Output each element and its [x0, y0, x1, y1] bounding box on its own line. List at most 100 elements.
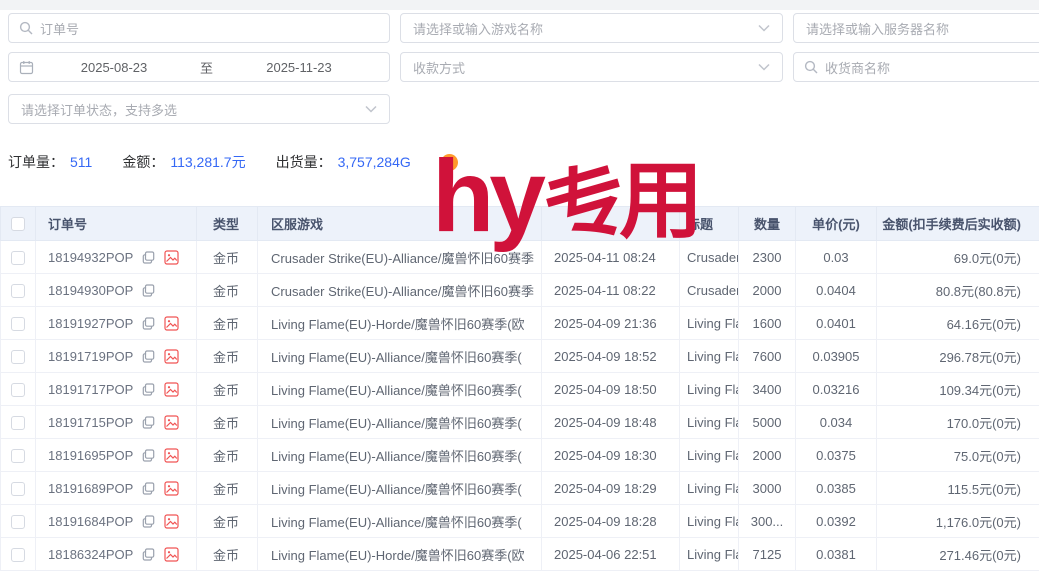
cell-time: 2025-04-11 08:22 — [542, 274, 680, 307]
cell-type: 金币 — [197, 538, 258, 571]
cell-title: Living Fla — [680, 439, 739, 472]
cell-time: 2025-04-09 18:52 — [542, 340, 680, 373]
row-checkbox[interactable] — [11, 515, 25, 529]
cell-qty: 2000 — [739, 274, 796, 307]
copy-icon[interactable] — [142, 284, 155, 297]
order-management-page: 订单号 请选择或输入游戏名称 请选择或输入服务器名称 2025-08-23 至 … — [0, 0, 1039, 581]
cell-type: 金币 — [197, 340, 258, 373]
amount-label: 金额： — [122, 152, 164, 172]
row-checkbox[interactable] — [11, 548, 25, 562]
row-checkbox[interactable] — [11, 350, 25, 364]
row-checkbox[interactable] — [11, 416, 25, 430]
copy-icon[interactable] — [142, 416, 155, 429]
row-select-cell — [1, 472, 36, 505]
cell-game: Living Flame(EU)-Alliance/魔兽怀旧60赛季( — [258, 439, 542, 472]
header-game-server: 区服游戏 — [258, 207, 542, 241]
cell-price: 0.0404 — [796, 274, 877, 307]
cell-title: Living Fla — [680, 373, 739, 406]
header-unit-price: 单价(元) — [796, 207, 877, 241]
row-checkbox[interactable] — [11, 383, 25, 397]
search-icon — [804, 60, 818, 74]
order-status-select[interactable]: 请选择订单状态，支持多选 — [8, 94, 390, 124]
cell-title: Living Fla — [680, 472, 739, 505]
cell-price: 0.0381 — [796, 538, 877, 571]
server-name-placeholder: 请选择或输入服务器名称 — [806, 19, 949, 38]
screenshot-image-icon[interactable] — [164, 316, 179, 331]
shipment-label: 出货量： — [276, 152, 332, 172]
header-amount: 金额(扣手续费后实收额) — [877, 207, 1039, 241]
cell-type: 金币 — [197, 373, 258, 406]
table-row: 18191719POP 金币 Living Flame(EU)-Alliance… — [1, 340, 1039, 373]
screenshot-image-icon[interactable] — [164, 415, 179, 430]
order-id-cell: 18194930POP — [36, 274, 197, 307]
table-row: 18191684POP 金币 Living Flame(EU)-Alliance… — [1, 505, 1039, 538]
summary-stats: 订单量： 511 金额： 113,281.7元 出货量： 3,757,284G … — [8, 152, 458, 172]
server-name-input[interactable]: 请选择或输入服务器名称 — [793, 13, 1039, 43]
row-checkbox[interactable] — [11, 482, 25, 496]
date-start-value[interactable]: 2025-08-23 — [34, 60, 194, 75]
copy-icon[interactable] — [142, 449, 155, 462]
table-body: 18194932POP 金币 Crusader Strike(EU)-Allia… — [1, 241, 1039, 571]
screenshot-image-icon[interactable] — [164, 514, 179, 529]
row-checkbox[interactable] — [11, 284, 25, 298]
copy-icon[interactable] — [142, 515, 155, 528]
row-checkbox[interactable] — [11, 317, 25, 331]
cell-amount: 69.0元(0元) — [877, 241, 1039, 274]
game-name-select[interactable]: 请选择或输入游戏名称 — [400, 13, 783, 43]
copy-icon[interactable] — [142, 482, 155, 495]
header-order-time — [542, 207, 680, 241]
chevron-down-icon — [758, 24, 770, 32]
screenshot-image-icon[interactable] — [164, 448, 179, 463]
copy-icon[interactable] — [142, 383, 155, 396]
cell-game: Living Flame(EU)-Horde/魔兽怀旧60赛季(欧 — [258, 307, 542, 340]
order-id-cell: 18191927POP — [36, 307, 197, 340]
table-row: 18194932POP 金币 Crusader Strike(EU)-Allia… — [1, 241, 1039, 274]
cell-type: 金币 — [197, 472, 258, 505]
copy-icon[interactable] — [142, 251, 155, 264]
cell-type: 金币 — [197, 439, 258, 472]
row-checkbox[interactable] — [11, 251, 25, 265]
select-all-cell — [1, 207, 36, 241]
orders-table: 订单号 类型 区服游戏 标题 数量 单价(元) 金额(扣手续费后实收额) 181… — [0, 206, 1039, 571]
order-id: 18194932POP — [48, 250, 133, 265]
order-id: 18191684POP — [48, 514, 133, 529]
cell-qty: 7600 — [739, 340, 796, 373]
help-icon[interactable]: ? — [441, 154, 458, 171]
cell-game: Living Flame(EU)-Alliance/魔兽怀旧60赛季( — [258, 472, 542, 505]
select-all-checkbox[interactable] — [11, 217, 25, 231]
cell-type: 金币 — [197, 274, 258, 307]
order-number-placeholder: 订单号 — [40, 19, 79, 38]
row-select-cell — [1, 439, 36, 472]
screenshot-image-icon[interactable] — [164, 382, 179, 397]
cell-price: 0.034 — [796, 406, 877, 439]
vendor-name-input[interactable]: 收货商名称 — [793, 52, 1039, 82]
cell-time: 2025-04-09 18:30 — [542, 439, 680, 472]
vendor-name-placeholder: 收货商名称 — [825, 58, 890, 77]
date-end-value[interactable]: 2025-11-23 — [219, 60, 379, 75]
shipment-value: 3,757,284G — [338, 154, 411, 170]
copy-icon[interactable] — [142, 350, 155, 363]
cell-time: 2025-04-09 18:48 — [542, 406, 680, 439]
amount-value: 113,281.7元 — [170, 152, 245, 172]
screenshot-image-icon[interactable] — [164, 250, 179, 265]
cell-time: 2025-04-09 18:29 — [542, 472, 680, 505]
screenshot-image-icon[interactable] — [164, 547, 179, 562]
cell-price: 0.0392 — [796, 505, 877, 538]
payment-method-select[interactable]: 收款方式 — [400, 52, 783, 82]
cell-amount: 271.46元(0元) — [877, 538, 1039, 571]
date-range-picker[interactable]: 2025-08-23 至 2025-11-23 — [8, 52, 390, 82]
cell-type: 金币 — [197, 406, 258, 439]
order-status-placeholder: 请选择订单状态，支持多选 — [21, 100, 177, 119]
order-id: 18191689POP — [48, 481, 133, 496]
screenshot-image-icon[interactable] — [164, 349, 179, 364]
order-number-input[interactable]: 订单号 — [8, 13, 390, 43]
screenshot-image-icon[interactable] — [164, 481, 179, 496]
copy-icon[interactable] — [142, 548, 155, 561]
order-id-cell: 18191717POP — [36, 373, 197, 406]
row-checkbox[interactable] — [11, 449, 25, 463]
order-id-cell: 18194932POP — [36, 241, 197, 274]
copy-icon[interactable] — [142, 317, 155, 330]
cell-price: 0.03905 — [796, 340, 877, 373]
cell-amount: 115.5元(0元) — [877, 472, 1039, 505]
cell-time: 2025-04-09 18:28 — [542, 505, 680, 538]
